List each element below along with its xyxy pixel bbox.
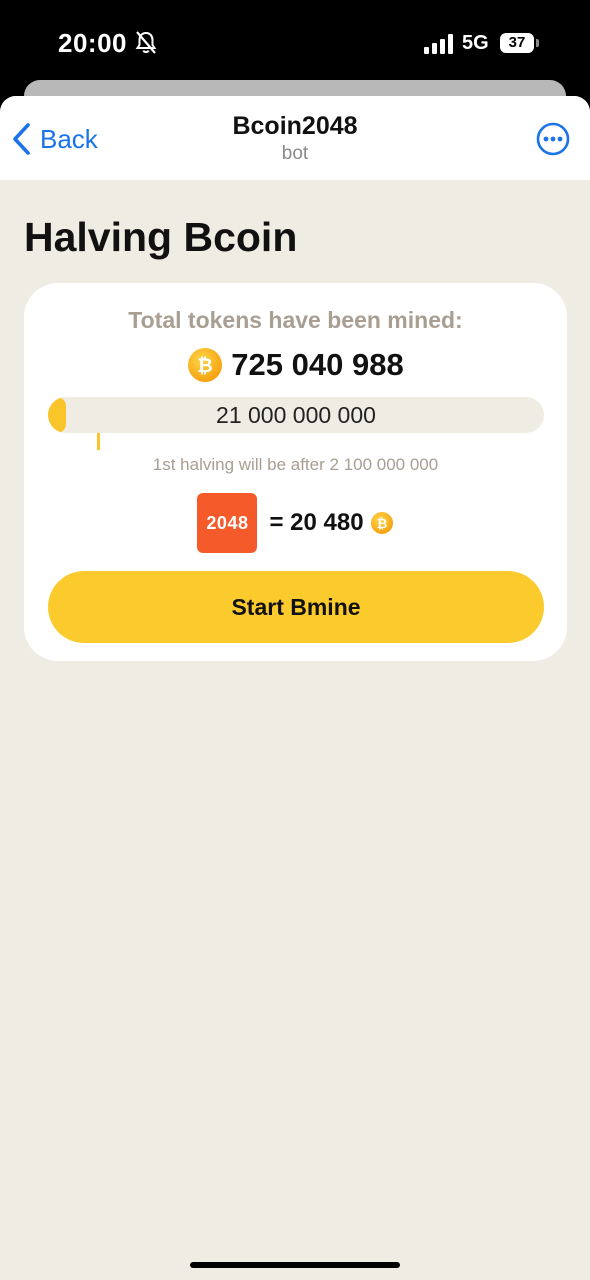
svg-text:₿: ₿ (376, 517, 387, 532)
reward-amount: = 20 480 (269, 509, 364, 536)
svg-text:₿: ₿ (198, 355, 213, 377)
more-icon[interactable] (536, 122, 570, 156)
signal-icon (424, 34, 453, 54)
bcoin-icon: ₿ (188, 348, 223, 382)
supply-progress-bar: 21 000 000 000 (48, 397, 544, 433)
halving-note: 1st halving will be after 2 100 000 000 (152, 455, 439, 474)
bot-webapp-sheet: Back Bcoin2048 bot Halving Bcoin Total t… (0, 96, 590, 1280)
bot-subtitle: bot (281, 143, 309, 164)
mined-label: Total tokens have been mined: (128, 307, 463, 333)
bot-title: Bcoin2048 (232, 112, 358, 140)
battery-icon: 37 (500, 33, 539, 55)
status-bar: 20:00 5G 37 (0, 0, 590, 90)
bell-slash-icon (135, 31, 157, 54)
halving-marker (97, 433, 100, 450)
reward-row: 2048 = 20 480 ₿ (24, 493, 567, 553)
mined-value: 725 040 988 (231, 347, 404, 382)
start-bmine-button[interactable]: Start Bmine (48, 571, 544, 643)
network-type: 5G (462, 32, 489, 54)
home-indicator (190, 1262, 400, 1268)
tile-2048: 2048 (197, 493, 258, 553)
status-time: 20:00 (58, 28, 127, 58)
halving-card: Total tokens have been mined: ₿ 725 040 … (24, 283, 567, 661)
battery-level: 37 (500, 33, 534, 53)
supply-total: 21 000 000 000 (216, 402, 376, 428)
bcoin-icon: ₿ (370, 512, 393, 534)
mined-row: ₿ 725 040 988 (24, 347, 567, 383)
nav-header: Back Bcoin2048 bot (0, 96, 590, 180)
page-title: Halving Bcoin (24, 214, 298, 260)
